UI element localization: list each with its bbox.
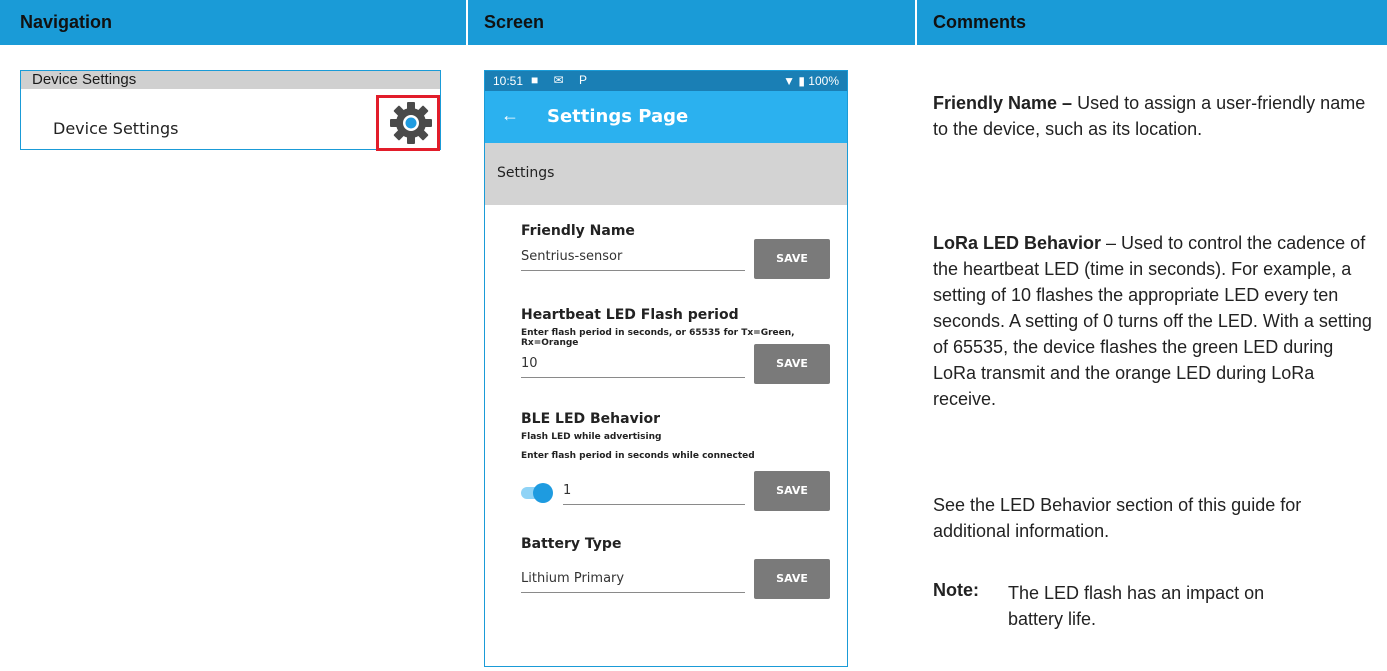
battery-type-save-button[interactable]: SAVE <box>754 559 830 599</box>
phone-screen: 10:51 ■ ✉ P ▼ ▮ 100% ← Settings Page Set… <box>484 70 848 667</box>
header-divider <box>466 0 468 45</box>
nav-device-settings-label[interactable]: Device Settings <box>53 119 178 138</box>
heartbeat-input[interactable]: 10 <box>521 354 745 378</box>
nav-card-title: Device Settings <box>21 71 440 89</box>
comment-friendly-name: Friendly Name – Used to assign a user-fr… <box>933 90 1373 142</box>
header-divider <box>915 0 917 45</box>
settings-label: Settings <box>497 165 555 181</box>
comment-lora-led-term: LoRa LED Behavior <box>933 233 1102 253</box>
page-title: Settings Page <box>547 106 689 127</box>
battery-status: ▼ ▮ 100% <box>783 74 839 88</box>
friendly-name-input[interactable]: Sentrius-sensor <box>521 247 745 271</box>
battery-type-title: Battery Type <box>521 536 622 552</box>
heartbeat-save-button[interactable]: SAVE <box>754 344 830 384</box>
comment-lora-led-text: – Used to control the cadence of the hea… <box>933 233 1372 409</box>
ble-help-advertising: Flash LED while advertising <box>521 432 662 442</box>
ble-help-connected: Enter flash period in seconds while conn… <box>521 451 755 461</box>
heartbeat-title: Heartbeat LED Flash period <box>521 307 739 323</box>
friendly-name-title: Friendly Name <box>521 223 635 239</box>
notification-icons: ■ ✉ P <box>531 73 593 87</box>
gear-icon[interactable] <box>389 101 433 145</box>
friendly-name-save-button[interactable]: SAVE <box>754 239 830 279</box>
ble-toggle[interactable] <box>533 483 553 503</box>
status-time: 10:51 <box>493 74 524 88</box>
back-arrow-icon[interactable]: ← <box>501 105 519 126</box>
comment-see-also: See the LED Behavior section of this gui… <box>933 495 1302 541</box>
gear-highlight[interactable] <box>376 95 440 151</box>
nav-device-settings-card: Device Settings Device Settings <box>20 70 441 151</box>
table-header: Navigation Screen Comments <box>0 0 1387 45</box>
ble-save-button[interactable]: SAVE <box>754 471 830 511</box>
app-bar: ← Settings Page <box>485 91 847 143</box>
ble-title: BLE LED Behavior <box>521 411 661 427</box>
header-screen: Screen <box>484 12 545 32</box>
ble-period-input[interactable]: 1 <box>563 481 745 505</box>
comment-lora-led: LoRa LED Behavior – Used to control the … <box>933 230 1373 412</box>
note-text: The LED flash has an impact on battery l… <box>1008 583 1265 629</box>
note-label: Note: <box>933 580 979 600</box>
status-bar: 10:51 ■ ✉ P ▼ ▮ 100% <box>485 71 847 91</box>
settings-section-header: Settings <box>485 143 847 205</box>
battery-type-input[interactable]: Lithium Primary <box>521 569 745 593</box>
header-navigation: Navigation <box>20 12 113 32</box>
comment-friendly-name-term: Friendly Name – <box>933 93 1073 113</box>
header-comments: Comments <box>933 12 1027 32</box>
